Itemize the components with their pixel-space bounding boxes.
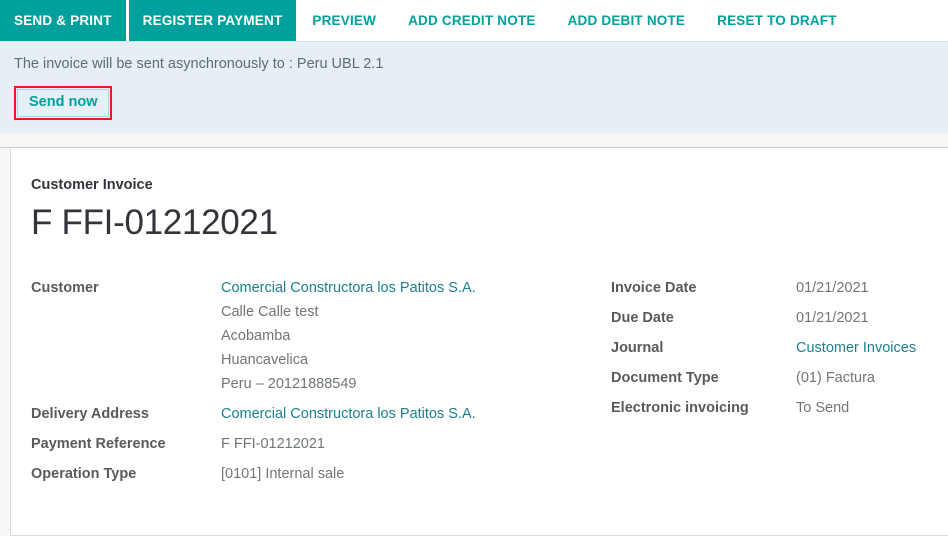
field-customer: Customer Comercial Constructora los Pati…	[31, 276, 611, 396]
send-now-button[interactable]: Send now	[17, 89, 109, 117]
field-label: Payment Reference	[31, 432, 221, 456]
add-debit-note-button[interactable]: ADD DEBIT NOTE	[552, 0, 702, 41]
electronic-invoicing-status: To Send	[796, 396, 849, 420]
field-invoice-date: Invoice Date 01/21/2021	[611, 276, 941, 300]
banner-message: The invoice will be sent asynchronously …	[14, 55, 948, 73]
operation-type-value: [0101] Internal sale	[221, 462, 344, 486]
document-number-title: F FFI-01212021	[31, 202, 948, 244]
right-field-column: Invoice Date 01/21/2021 Due Date 01/21/2…	[611, 276, 941, 492]
delivery-address-link[interactable]: Comercial Constructora los Patitos S.A.	[221, 402, 476, 426]
address-state: Huancavelica	[221, 348, 476, 372]
reset-to-draft-button[interactable]: RESET TO DRAFT	[701, 0, 853, 41]
add-credit-note-button[interactable]: ADD CREDIT NOTE	[392, 0, 552, 41]
document-type-heading: Customer Invoice	[31, 176, 948, 194]
async-send-banner: The invoice will be sent asynchronously …	[0, 41, 948, 133]
sheet-top-strip	[0, 133, 948, 148]
document-type-value: (01) Factura	[796, 366, 875, 390]
field-delivery-address: Delivery Address Comercial Constructora …	[31, 402, 611, 426]
action-toolbar: SEND & PRINT REGISTER PAYMENT PREVIEW AD…	[0, 0, 948, 41]
left-field-column: Customer Comercial Constructora los Pati…	[31, 276, 611, 492]
register-payment-button[interactable]: REGISTER PAYMENT	[129, 0, 297, 41]
preview-button[interactable]: PREVIEW	[296, 0, 392, 41]
field-due-date: Due Date 01/21/2021	[611, 306, 941, 330]
field-label: Electronic invoicing	[611, 396, 796, 420]
sheet-background: Customer Invoice F FFI-01212021 Customer…	[0, 148, 948, 536]
invoice-fields: Customer Comercial Constructora los Pati…	[31, 276, 948, 492]
field-value-group: Comercial Constructora los Patitos S.A. …	[221, 276, 476, 396]
field-label: Document Type	[611, 366, 796, 390]
customer-name-link[interactable]: Comercial Constructora los Patitos S.A.	[221, 276, 476, 300]
field-label: Due Date	[611, 306, 796, 330]
invoice-sheet: Customer Invoice F FFI-01212021 Customer…	[10, 148, 948, 536]
field-electronic-invoicing: Electronic invoicing To Send	[611, 396, 941, 420]
send-and-print-button[interactable]: SEND & PRINT	[0, 0, 126, 41]
field-label: Delivery Address	[31, 402, 221, 426]
field-label: Customer	[31, 276, 221, 300]
address-country-vat: Peru – 20121888549	[221, 372, 476, 396]
field-document-type: Document Type (01) Factura	[611, 366, 941, 390]
payment-reference-value: F FFI-01212021	[221, 432, 325, 456]
address-street: Calle Calle test	[221, 300, 476, 324]
field-operation-type: Operation Type [0101] Internal sale	[31, 462, 611, 486]
send-now-highlight: Send now	[14, 86, 112, 120]
field-label: Journal	[611, 336, 796, 360]
field-payment-reference: Payment Reference F FFI-01212021	[31, 432, 611, 456]
field-journal: Journal Customer Invoices	[611, 336, 941, 360]
invoice-date-value: 01/21/2021	[796, 276, 869, 300]
address-city: Acobamba	[221, 324, 476, 348]
due-date-value: 01/21/2021	[796, 306, 869, 330]
journal-link[interactable]: Customer Invoices	[796, 336, 916, 360]
field-label: Invoice Date	[611, 276, 796, 300]
field-label: Operation Type	[31, 462, 221, 486]
